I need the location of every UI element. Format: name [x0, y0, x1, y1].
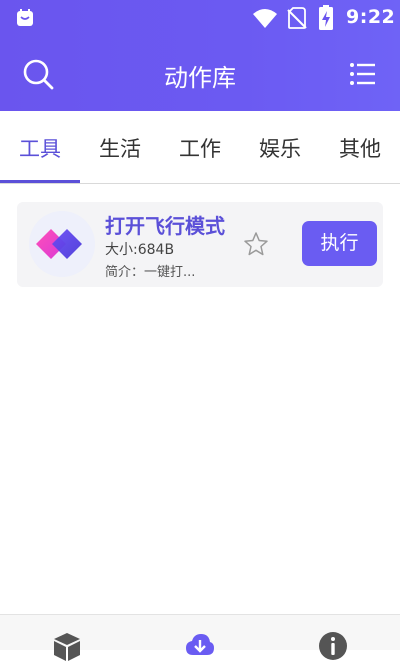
active-tab-indicator — [0, 180, 80, 183]
tab-other[interactable]: 其他 — [339, 133, 381, 163]
tab-work[interactable]: 工作 — [179, 133, 221, 163]
app-notification-icon — [17, 9, 33, 26]
action-icon-container — [29, 211, 95, 277]
battery-charging-icon — [319, 5, 333, 30]
star-outline-icon[interactable] — [243, 231, 269, 257]
action-card[interactable]: 打开飞行模式 大小:684B 简介：一键打... 执行 — [17, 202, 383, 287]
bottom-navigation — [0, 614, 400, 661]
airplane-mode-action-icon — [36, 229, 82, 259]
toolbar: 动作库 — [0, 36, 400, 111]
tab-life[interactable]: 生活 — [99, 133, 141, 163]
tab-tools[interactable]: 工具 — [19, 133, 61, 163]
run-button[interactable]: 执行 — [302, 221, 377, 266]
wifi-icon — [253, 9, 277, 28]
app-header: 9:22 动作库 — [0, 0, 400, 111]
info-icon[interactable] — [318, 631, 348, 661]
tab-entertainment[interactable]: 娱乐 — [259, 133, 301, 163]
action-title: 打开飞行模式 — [105, 214, 225, 238]
action-description: 简介：一键打... — [105, 265, 196, 280]
status-time: 9:22 — [346, 6, 396, 28]
action-size: 大小:684B — [105, 242, 175, 258]
status-bar: 9:22 — [0, 0, 400, 36]
list-menu-icon[interactable] — [348, 60, 376, 88]
category-tabs: 工具 生活 工作 娱乐 其他 — [0, 111, 400, 184]
box-icon[interactable] — [52, 631, 82, 661]
page-title: 动作库 — [164, 64, 236, 92]
no-sim-icon — [287, 7, 307, 29]
cloud-download-icon[interactable] — [185, 631, 215, 661]
